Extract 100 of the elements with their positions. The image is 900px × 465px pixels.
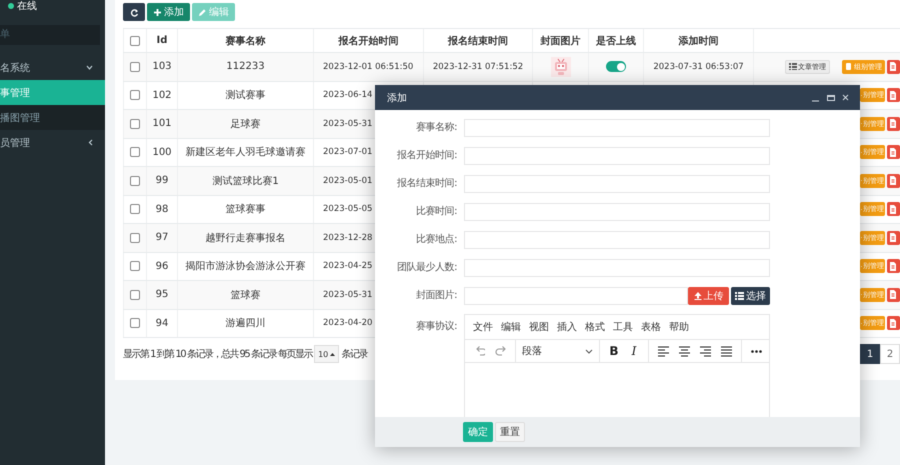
delete-button[interactable] bbox=[887, 202, 900, 216]
chevron-down-icon bbox=[585, 348, 593, 354]
close-icon[interactable] bbox=[841, 93, 851, 102]
checkbox[interactable] bbox=[130, 261, 140, 272]
column-header: 是否上线 bbox=[596, 34, 636, 48]
nav-item[interactable]: 播图管理 bbox=[0, 105, 105, 130]
block-format-select[interactable]: 段落 bbox=[522, 344, 593, 358]
delete-button[interactable] bbox=[887, 259, 900, 274]
input-field[interactable] bbox=[464, 259, 770, 277]
input-field[interactable] bbox=[464, 119, 770, 137]
page-size-select[interactable]: 10 bbox=[314, 345, 340, 363]
plus-icon bbox=[153, 8, 162, 16]
nav-item[interactable]: 员管理 bbox=[0, 130, 105, 155]
table-cell: 2023-05-01 bbox=[323, 176, 372, 186]
field-label: 比赛地点: bbox=[415, 232, 457, 247]
maximize-icon[interactable] bbox=[826, 93, 836, 102]
delete-button[interactable] bbox=[887, 230, 900, 245]
checkbox[interactable] bbox=[130, 232, 140, 243]
field-label: 赛事名称: bbox=[415, 120, 457, 135]
editor-menu-item[interactable]: 文件 bbox=[473, 320, 493, 334]
editor-menu-item[interactable]: 帮助 bbox=[669, 320, 689, 334]
online-dot bbox=[8, 3, 14, 9]
delete-button[interactable] bbox=[887, 60, 900, 74]
bold-button[interactable]: B bbox=[609, 344, 619, 358]
align-center-icon[interactable] bbox=[679, 346, 690, 356]
checkbox[interactable] bbox=[130, 147, 140, 158]
table-cell-text: 新建区老年人羽毛球邀请赛 bbox=[186, 146, 306, 160]
column-header: 报名开始时间 bbox=[338, 34, 398, 48]
document-icon bbox=[889, 90, 897, 100]
pagination-summary: 显示第 1 到第 10 条记录，总共 95 条记录 每页显示 bbox=[123, 348, 312, 361]
table-cell: 97 bbox=[156, 232, 168, 244]
input-field[interactable] bbox=[464, 287, 688, 305]
field-label: 团队最少人数: bbox=[396, 260, 457, 275]
table-cell-text: 篮球赛事 bbox=[226, 202, 266, 216]
delete-button[interactable] bbox=[887, 316, 900, 330]
document-icon bbox=[889, 318, 897, 328]
input-field[interactable] bbox=[464, 147, 770, 165]
reset-button[interactable]: 重置 bbox=[495, 422, 525, 442]
table-cell: 94 bbox=[156, 318, 168, 329]
upload-button[interactable]: 上传 bbox=[688, 287, 729, 305]
column-header: Id bbox=[156, 35, 168, 46]
table-cell: 112233 bbox=[226, 61, 265, 72]
checkbox[interactable] bbox=[130, 176, 140, 186]
field-label: 比赛时间: bbox=[415, 204, 457, 219]
refresh-button[interactable] bbox=[123, 3, 145, 21]
table-cell-text: 测试赛事 bbox=[226, 88, 266, 102]
editor-menu-item[interactable]: 格式 bbox=[585, 320, 605, 334]
align-right-icon[interactable] bbox=[700, 346, 711, 356]
editor-menu-item[interactable]: 表格 bbox=[641, 320, 661, 334]
table-cell: 2023-07-01 bbox=[323, 147, 372, 158]
page-button[interactable]: 1 bbox=[860, 344, 880, 364]
table-cell: 2023-12-28 bbox=[323, 232, 372, 243]
checkbox[interactable] bbox=[130, 204, 140, 214]
checkbox[interactable] bbox=[130, 318, 140, 328]
table-cell: 99 bbox=[156, 175, 168, 186]
table-cell: 2023-04-25 bbox=[323, 261, 372, 272]
list-icon bbox=[789, 62, 797, 72]
document-icon bbox=[889, 148, 897, 157]
delete-button[interactable] bbox=[887, 145, 900, 160]
editor-menu-item[interactable]: 视图 bbox=[529, 320, 549, 334]
dialog-title: 添加 bbox=[387, 92, 407, 104]
align-left-icon[interactable] bbox=[658, 346, 669, 356]
checkbox[interactable] bbox=[130, 290, 140, 300]
input-field[interactable] bbox=[464, 231, 770, 249]
checkbox[interactable] bbox=[130, 118, 140, 129]
table-cell-text: 足球赛 bbox=[230, 118, 260, 131]
redo-icon[interactable] bbox=[495, 346, 506, 356]
checkbox[interactable] bbox=[130, 62, 140, 72]
table-cell-text: 揭阳市游泳协会游泳公开赛 bbox=[186, 260, 306, 274]
column-header: 封面图片 bbox=[540, 34, 580, 48]
pencil-icon bbox=[198, 8, 207, 16]
input-field[interactable] bbox=[464, 175, 770, 193]
table-cell: 2023-05-31 bbox=[323, 290, 372, 300]
status-text: 在线 bbox=[17, 0, 37, 12]
italic-button[interactable]: I bbox=[629, 344, 639, 358]
field-label: 报名结束时间: bbox=[396, 176, 457, 191]
table-cell: 2023-12-01 06:51:50 bbox=[323, 62, 414, 72]
caret-up-icon bbox=[330, 352, 336, 356]
table-cell: 101 bbox=[152, 118, 172, 130]
nav-item[interactable]: 名系统 bbox=[0, 55, 105, 80]
editor-menu-item[interactable]: 插入 bbox=[557, 320, 577, 334]
choose-button[interactable]: 选择 bbox=[731, 287, 770, 305]
delete-button[interactable] bbox=[887, 88, 900, 102]
delete-button[interactable] bbox=[887, 288, 900, 302]
toggle-switch[interactable] bbox=[606, 61, 626, 72]
document-icon bbox=[889, 233, 897, 242]
checkbox[interactable] bbox=[130, 36, 140, 46]
page-button[interactable]: 2 bbox=[880, 344, 900, 364]
input-field[interactable] bbox=[464, 203, 770, 221]
table-cell-text: 测试篮球比赛1 bbox=[212, 174, 279, 188]
editor-menu-item[interactable]: 工具 bbox=[613, 320, 633, 334]
editor-menu-item[interactable]: 编辑 bbox=[501, 320, 521, 334]
field-label: 报名开始时间: bbox=[396, 148, 457, 163]
delete-button[interactable] bbox=[887, 174, 900, 188]
delete-button[interactable] bbox=[887, 116, 900, 131]
field-label: 封面图片: bbox=[415, 288, 457, 303]
align-justify-icon[interactable] bbox=[721, 346, 732, 356]
add-button[interactable]: 添加 bbox=[147, 3, 190, 21]
checkbox[interactable] bbox=[130, 90, 140, 100]
undo-icon[interactable] bbox=[474, 346, 485, 356]
